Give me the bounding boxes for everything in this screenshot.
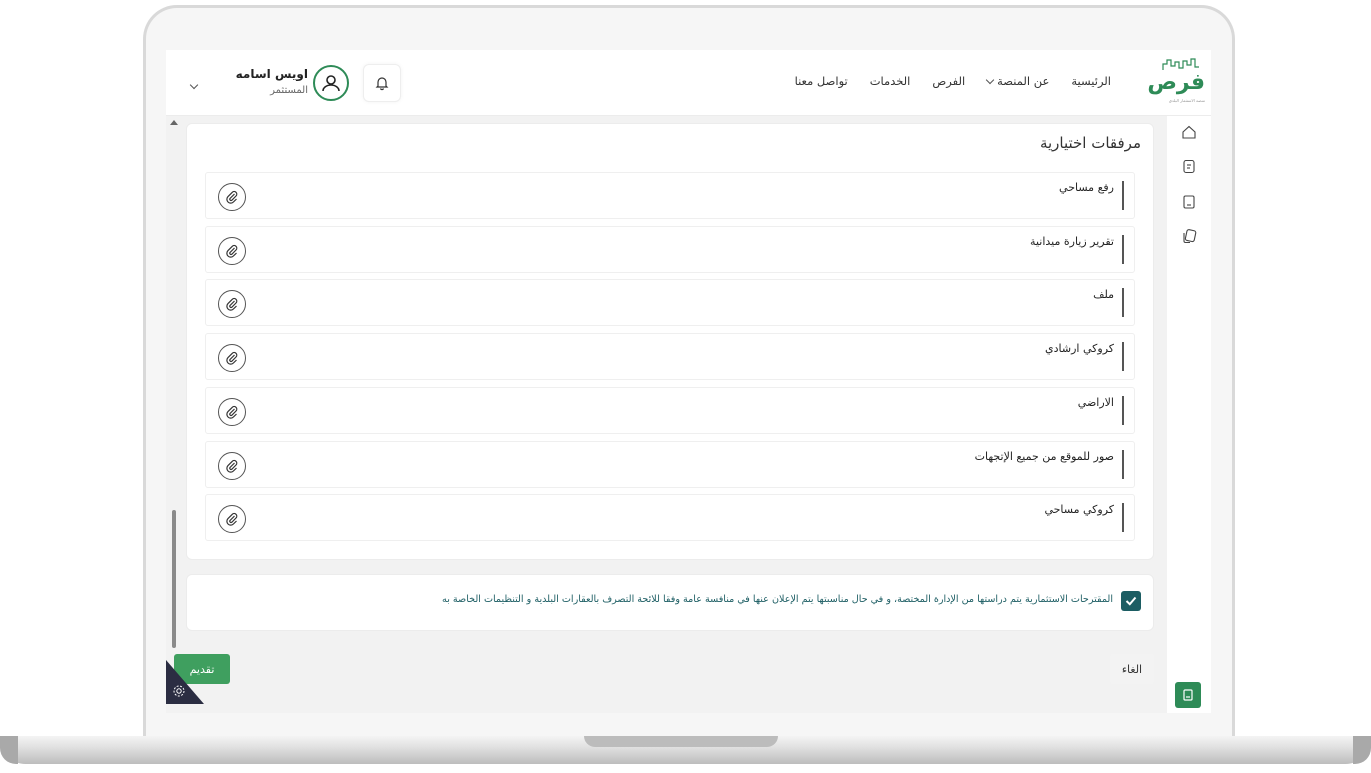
- laptop-notch: [584, 736, 778, 747]
- attachment-label: الاراضي: [1078, 395, 1124, 425]
- attachment-row: كروكي مساحي: [205, 494, 1135, 542]
- attachment-label: كروكي ارشادي: [1045, 342, 1124, 372]
- attachment-label: صور للموقع من جميع الإتجهات: [975, 449, 1124, 479]
- clipboard-icon[interactable]: [1181, 158, 1197, 174]
- attach-file-button[interactable]: [218, 505, 246, 534]
- user-role: المستثمر: [270, 85, 308, 96]
- attachment-row: تقرير زيارة ميدانية: [205, 225, 1135, 273]
- paperclip-icon: [226, 459, 238, 473]
- attachment-label: كروكي مساحي: [1044, 503, 1124, 533]
- chevron-down-icon: [985, 75, 995, 84]
- cancel-button[interactable]: الغاء: [1110, 654, 1154, 684]
- agreement-card: المقترحات الاستثمارية يتم دراستها من الإ…: [186, 574, 1154, 631]
- attach-file-button[interactable]: [218, 344, 246, 373]
- logo-subtitle: منصة الاستثمار البلدي: [1168, 98, 1205, 103]
- paperclip-icon: [226, 298, 238, 312]
- paperclip-icon: [226, 244, 238, 258]
- attach-file-button[interactable]: [218, 183, 246, 211]
- logo[interactable]: فرص منصة الاستثمار البلدي: [1143, 58, 1205, 108]
- book-icon: [1183, 689, 1193, 701]
- optional-attachments-card: مرفقات اختيارية رفع مساحي تقرير زيارة ميد…: [186, 123, 1154, 560]
- side-rail: [1167, 116, 1211, 713]
- nav-opportunities[interactable]: الفرص: [932, 74, 965, 88]
- nav-contact[interactable]: تواصل معنا: [795, 74, 848, 88]
- files-icon[interactable]: [1181, 228, 1197, 244]
- nav-home[interactable]: الرئيسية: [1071, 74, 1111, 88]
- attachment-row: كروكي ارشادي: [205, 333, 1135, 381]
- scrollbar-thumb[interactable]: [172, 510, 176, 648]
- paperclip-icon: [226, 513, 238, 526]
- checkmark-icon: [1125, 596, 1137, 606]
- avatar[interactable]: [313, 65, 349, 101]
- active-rail-button[interactable]: [1175, 682, 1201, 708]
- attach-file-button[interactable]: [218, 290, 246, 319]
- nav-services[interactable]: الخدمات: [870, 74, 911, 88]
- attachment-row: رفع مساحي: [205, 172, 1135, 219]
- agreement-text: المقترحات الاستثمارية يتم دراستها من الإ…: [442, 594, 1113, 605]
- app-screen: فرص منصة الاستثمار البلدي الرئيسية عن ال…: [166, 50, 1211, 713]
- user-menu-toggle[interactable]: [189, 76, 199, 95]
- section-title: مرفقات اختيارية: [1039, 134, 1141, 152]
- main-nav: الرئيسية عن المنصة الفرص الخدمات تواصل م…: [795, 74, 1111, 88]
- attachment-row: صور للموقع من جميع الإتجهات: [205, 440, 1135, 488]
- top-header: فرص منصة الاستثمار البلدي الرئيسية عن ال…: [166, 50, 1211, 116]
- attachment-label: ملف: [1093, 288, 1124, 318]
- chevron-down-icon: [189, 80, 199, 90]
- nav-about-label: عن المنصة: [997, 74, 1050, 88]
- attachment-row: الاراضي: [205, 386, 1135, 434]
- document-icon[interactable]: [1181, 194, 1197, 210]
- logo-text: فرص: [1147, 70, 1205, 95]
- home-icon[interactable]: [1181, 124, 1197, 140]
- attachment-label: رفع مساحي: [1059, 181, 1124, 210]
- bell-icon: [375, 77, 389, 91]
- paperclip-icon: [226, 405, 238, 419]
- scroll-up-arrow[interactable]: [170, 120, 178, 125]
- agreement-checkbox[interactable]: [1121, 591, 1141, 611]
- attach-file-button[interactable]: [218, 451, 246, 480]
- attachment-label: تقرير زيارة ميدانية: [1030, 234, 1124, 264]
- paperclip-icon: [226, 352, 238, 365]
- notifications-button[interactable]: [363, 64, 401, 102]
- attach-file-button[interactable]: [218, 397, 246, 426]
- attachment-row: ملف: [205, 279, 1135, 327]
- gear-icon[interactable]: [172, 684, 186, 698]
- attach-file-button[interactable]: [218, 236, 246, 265]
- paperclip-icon: [226, 190, 238, 204]
- user-name: اويس اسامه: [235, 67, 308, 81]
- user-icon: [322, 75, 340, 92]
- nav-about[interactable]: عن المنصة: [985, 74, 1050, 88]
